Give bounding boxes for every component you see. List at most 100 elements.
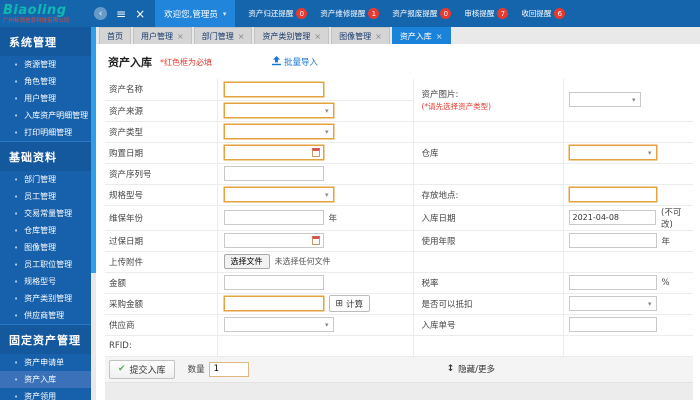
field-label: 资产序列号 bbox=[105, 163, 217, 185]
warranty-expire-date-input[interactable] bbox=[224, 234, 323, 247]
sidebar-item[interactable]: • 资产类别管理 bbox=[0, 290, 91, 307]
notification-label: 资产报废提醒 bbox=[392, 9, 438, 18]
collapse-sidebar-icon[interactable]: ‹ bbox=[94, 7, 107, 20]
tab-close-icon[interactable]: × bbox=[177, 32, 184, 41]
content-area: 首页 用户管理 × 部门管理 × 资产类别管理 × 图像管理 × 资产入库 × 资产入库 *红色框为… bbox=[96, 27, 700, 400]
tab-label: 图像管理 bbox=[339, 31, 372, 41]
sidebar-section-title[interactable]: 系统管理 bbox=[0, 27, 91, 56]
bullet-icon: • bbox=[14, 77, 19, 86]
purchase-amount-calc-button[interactable]: ⊞ 计算 bbox=[328, 295, 371, 312]
sidebar-item-label: 资产申请单 bbox=[24, 358, 65, 367]
required-note: *红色框为必填 bbox=[160, 57, 212, 67]
asset-source-select[interactable]: ▾ bbox=[223, 103, 334, 118]
calendar-icon[interactable] bbox=[311, 236, 320, 245]
sidebar-item[interactable]: • 资源管理 bbox=[0, 56, 91, 73]
asset-serial-input[interactable] bbox=[224, 167, 323, 180]
calendar-icon[interactable] bbox=[311, 148, 320, 157]
tab-item[interactable]: 图像管理 × bbox=[331, 27, 390, 44]
attachment-choose-file-button[interactable]: 选择文件 bbox=[223, 254, 270, 269]
tab-label: 资产类别管理 bbox=[262, 31, 311, 41]
warehouse-select[interactable]: ▾ bbox=[568, 145, 657, 160]
sidebar-item[interactable]: • 资产领用 bbox=[0, 388, 91, 400]
updown-arrow-icon: ↕ bbox=[446, 364, 455, 374]
sidebar-item[interactable]: • 资产申请单 bbox=[0, 354, 91, 371]
asset-name-input[interactable] bbox=[224, 82, 323, 96]
field-label: 金额 bbox=[105, 272, 217, 294]
field-label: 仓库 bbox=[412, 142, 563, 164]
field-cell: ⊞ 计算 bbox=[216, 293, 413, 315]
logo-text: Biaoling bbox=[3, 2, 67, 18]
service-years-input[interactable] bbox=[569, 234, 656, 247]
menu-icon[interactable]: ≡ bbox=[116, 8, 126, 20]
notification-item[interactable]: 收回提醒 6 bbox=[521, 8, 566, 19]
sidebar-item[interactable]: • 打印明细管理 bbox=[0, 124, 91, 141]
field-cell: ▾ bbox=[216, 100, 413, 122]
field-cell bbox=[216, 272, 413, 294]
field-cell: ▾ bbox=[562, 293, 693, 315]
quantity-input[interactable] bbox=[208, 361, 249, 377]
spec-model-select[interactable]: ▾ bbox=[223, 187, 334, 202]
supplier-select[interactable]: ▾ bbox=[223, 317, 334, 332]
field-cell bbox=[562, 121, 693, 143]
warranty-years-input[interactable] bbox=[224, 211, 323, 224]
sidebar-item[interactable]: • 入库资产明细管理 bbox=[0, 107, 91, 124]
close-icon[interactable]: × bbox=[135, 8, 145, 20]
field-label: 资产图片: (*请先选择资产类型) bbox=[412, 79, 563, 122]
hide-more-label: 隐藏/更多 bbox=[458, 365, 495, 375]
sidebar-item[interactable]: • 员工职位管理 bbox=[0, 256, 91, 273]
asset-type-select[interactable]: ▾ bbox=[223, 124, 334, 139]
sidebar-item[interactable]: • 资产入库 bbox=[0, 371, 91, 388]
batch-import-button[interactable]: 批量导入 bbox=[272, 55, 318, 69]
sidebar-item[interactable]: • 角色管理 bbox=[0, 73, 91, 90]
purchase-amount-input[interactable] bbox=[224, 297, 323, 310]
submit-inbound-button[interactable]: ✔ 提交入库 bbox=[109, 359, 175, 379]
notification-item[interactable]: 资产归还提醒 0 bbox=[248, 8, 308, 19]
sidebar-item[interactable]: • 仓库管理 bbox=[0, 222, 91, 239]
deductible-select[interactable]: ▾ bbox=[568, 296, 657, 311]
field-cell: 选择文件 未选择任何文件 bbox=[216, 251, 413, 273]
notification-item[interactable]: 审核提醒 7 bbox=[464, 8, 509, 19]
sidebar-item[interactable]: • 交易常量管理 bbox=[0, 205, 91, 222]
field-label: 入库单号 bbox=[412, 314, 563, 336]
asset-image-select[interactable]: ▾ bbox=[568, 92, 641, 108]
sidebar-item[interactable]: • 规格型号 bbox=[0, 273, 91, 290]
tab-item[interactable]: 资产类别管理 × bbox=[254, 27, 330, 44]
purchase-date-input[interactable] bbox=[224, 146, 323, 159]
tab-item[interactable]: 部门管理 × bbox=[193, 27, 253, 44]
sidebar-item[interactable]: • 用户管理 bbox=[0, 90, 91, 107]
chevron-down-icon: ▾ bbox=[631, 95, 636, 104]
sidebar-item-label: 交易常量管理 bbox=[24, 209, 73, 218]
hide-more-toggle[interactable]: ↕ 隐藏/更多 bbox=[447, 363, 495, 375]
tab-close-icon[interactable]: × bbox=[238, 32, 245, 41]
sidebar-item-label: 资产类别管理 bbox=[24, 294, 73, 303]
inbound-date-input[interactable] bbox=[569, 211, 656, 224]
chevron-down-icon: ▾ bbox=[222, 9, 227, 18]
user-menu[interactable]: 欢迎您,管理员 ▾ bbox=[155, 0, 236, 27]
tab-item[interactable]: 资产入库 × bbox=[391, 27, 451, 44]
main-area: 系统管理 • 资源管理 • 角色管理 • 用户管理 • 入库资产明细管理 • 打印明细管理 基础资料 •… bbox=[0, 27, 700, 400]
tax-rate-input[interactable] bbox=[569, 276, 656, 289]
notification-item[interactable]: 资产维修提醒 1 bbox=[320, 8, 380, 19]
attachment-file-status: 未选择任何文件 bbox=[274, 257, 331, 266]
sidebar-item[interactable]: • 部门管理 bbox=[0, 171, 91, 188]
tab-item[interactable]: 用户管理 × bbox=[133, 27, 192, 44]
sidebar-section-title[interactable]: 固定资产管理 bbox=[0, 324, 91, 354]
inbound-order-input[interactable] bbox=[569, 318, 656, 331]
tab-close-icon[interactable]: × bbox=[375, 32, 382, 41]
tab-item[interactable]: 首页 bbox=[99, 27, 131, 44]
sidebar-item[interactable]: • 供应商管理 bbox=[0, 307, 91, 324]
field-label: 存放地点: bbox=[412, 184, 563, 206]
sidebar: 系统管理 • 资源管理 • 角色管理 • 用户管理 • 入库资产明细管理 • 打印明细管理 基础资料 •… bbox=[0, 27, 91, 400]
storage-location-input[interactable] bbox=[569, 188, 656, 201]
upload-icon bbox=[272, 55, 281, 69]
sidebar-item[interactable]: • 员工管理 bbox=[0, 188, 91, 205]
notification-item[interactable]: 资产报废提醒 0 bbox=[392, 8, 452, 19]
amount-input[interactable] bbox=[224, 276, 323, 289]
sidebar-item[interactable]: • 图像管理 bbox=[0, 239, 91, 256]
bullet-icon: • bbox=[14, 358, 19, 367]
tab-close-icon[interactable]: × bbox=[314, 32, 321, 41]
sidebar-section-title[interactable]: 基础资料 bbox=[0, 141, 91, 171]
tab-close-icon[interactable]: × bbox=[436, 32, 443, 41]
field-cell: % bbox=[562, 272, 693, 294]
calc-button-label: 计算 bbox=[346, 299, 364, 310]
